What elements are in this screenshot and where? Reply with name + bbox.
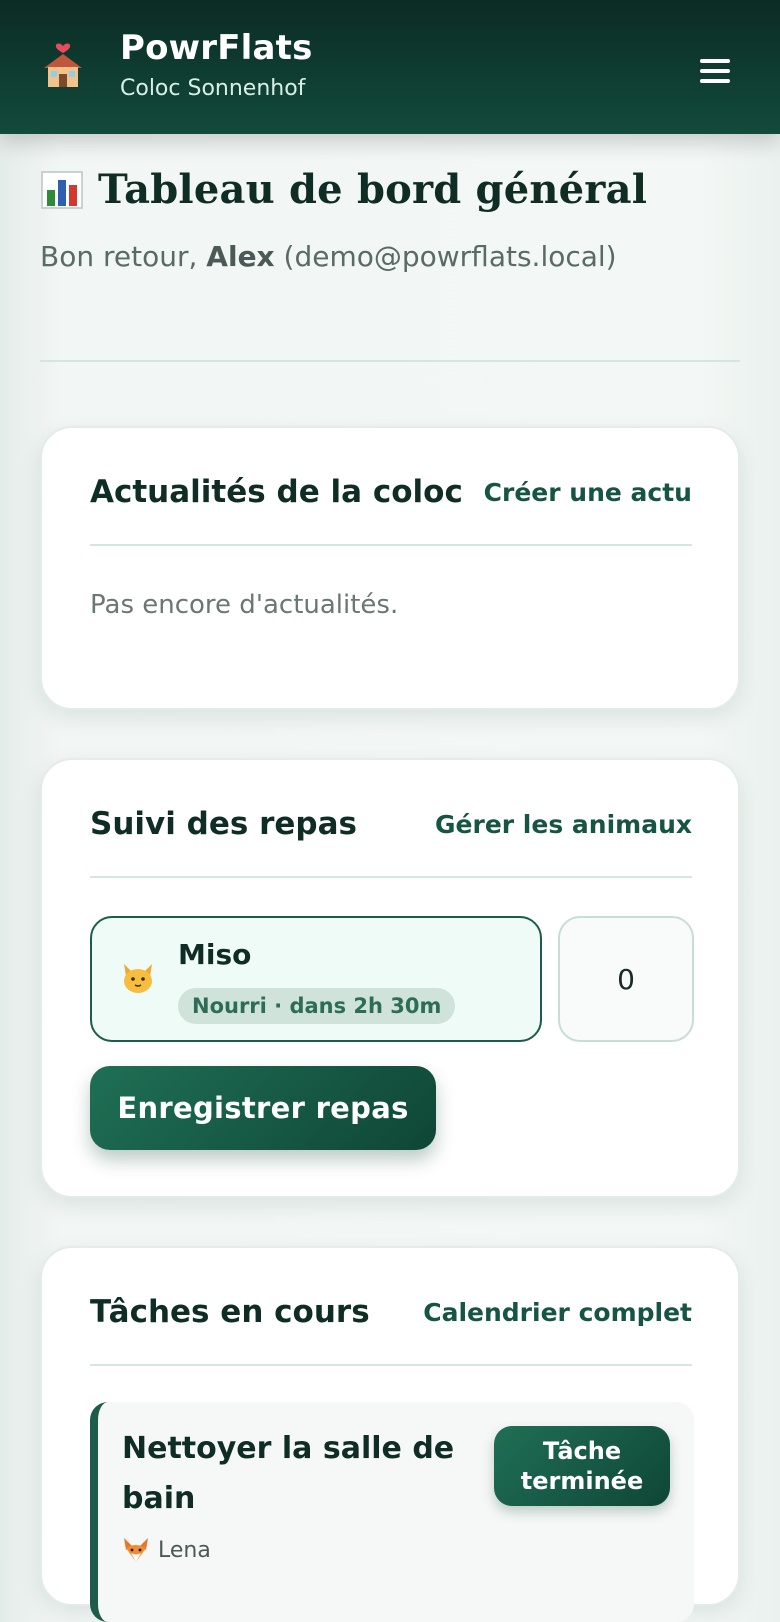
user-name: Alex: [206, 240, 275, 273]
section-divider: [40, 360, 740, 362]
log-meal-button[interactable]: Enregistrer repas: [90, 1066, 436, 1150]
pet-card-miso[interactable]: Miso Nourri · dans 2h 30m: [90, 916, 542, 1042]
bar-chart-icon: [41, 170, 83, 209]
pet-status-badge: Nourri · dans 2h 30m: [178, 988, 456, 1024]
cat-icon: [124, 964, 152, 993]
meals-card-title: Suivi des repas: [90, 806, 357, 842]
card-divider: [90, 544, 692, 546]
manage-pets-link[interactable]: Gérer les animaux: [435, 810, 692, 839]
user-email: (demo@powrflats.local): [283, 240, 617, 273]
app-name: PowrFlats: [120, 28, 313, 68]
news-card: Actualités de la coloc Créer une actu Pa…: [40, 426, 740, 710]
tasks-card: Tâches en cours Calendrier complet Netto…: [40, 1246, 740, 1622]
pet-name: Miso: [178, 938, 252, 971]
task-name: Nettoyer la salle de bain: [122, 1431, 455, 1516]
greeting: Bon retour, Alex (demo@powrflats.local): [40, 240, 617, 273]
top-bar: PowrFlats Coloc Sonnenhof: [0, 0, 780, 134]
task-done-button[interactable]: Tâche terminée: [494, 1426, 670, 1506]
greeting-prefix: Bon retour,: [40, 240, 198, 273]
card-divider: [90, 1364, 692, 1366]
news-card-title: Actualités de la coloc: [90, 474, 463, 510]
card-divider: [90, 876, 692, 878]
house-icon: [44, 43, 82, 87]
meals-card: Suivi des repas Gérer les animaux Miso N…: [40, 758, 740, 1198]
news-empty-text: Pas encore d'actualités.: [90, 590, 399, 620]
full-calendar-link[interactable]: Calendrier complet: [423, 1298, 692, 1327]
create-news-link[interactable]: Créer une actu: [484, 478, 692, 507]
page-title: Tableau de bord général: [40, 166, 647, 213]
meal-count[interactable]: 0: [558, 916, 694, 1042]
flat-name: Coloc Sonnenhof: [120, 76, 306, 101]
assignee-name: Lena: [158, 1537, 211, 1563]
task-item: Nettoyer la salle de bain Tâche terminée…: [90, 1402, 694, 1622]
tasks-card-title: Tâches en cours: [90, 1294, 370, 1330]
hamburger-menu-icon[interactable]: [690, 48, 740, 94]
page-title-text: Tableau de bord général: [98, 166, 648, 213]
